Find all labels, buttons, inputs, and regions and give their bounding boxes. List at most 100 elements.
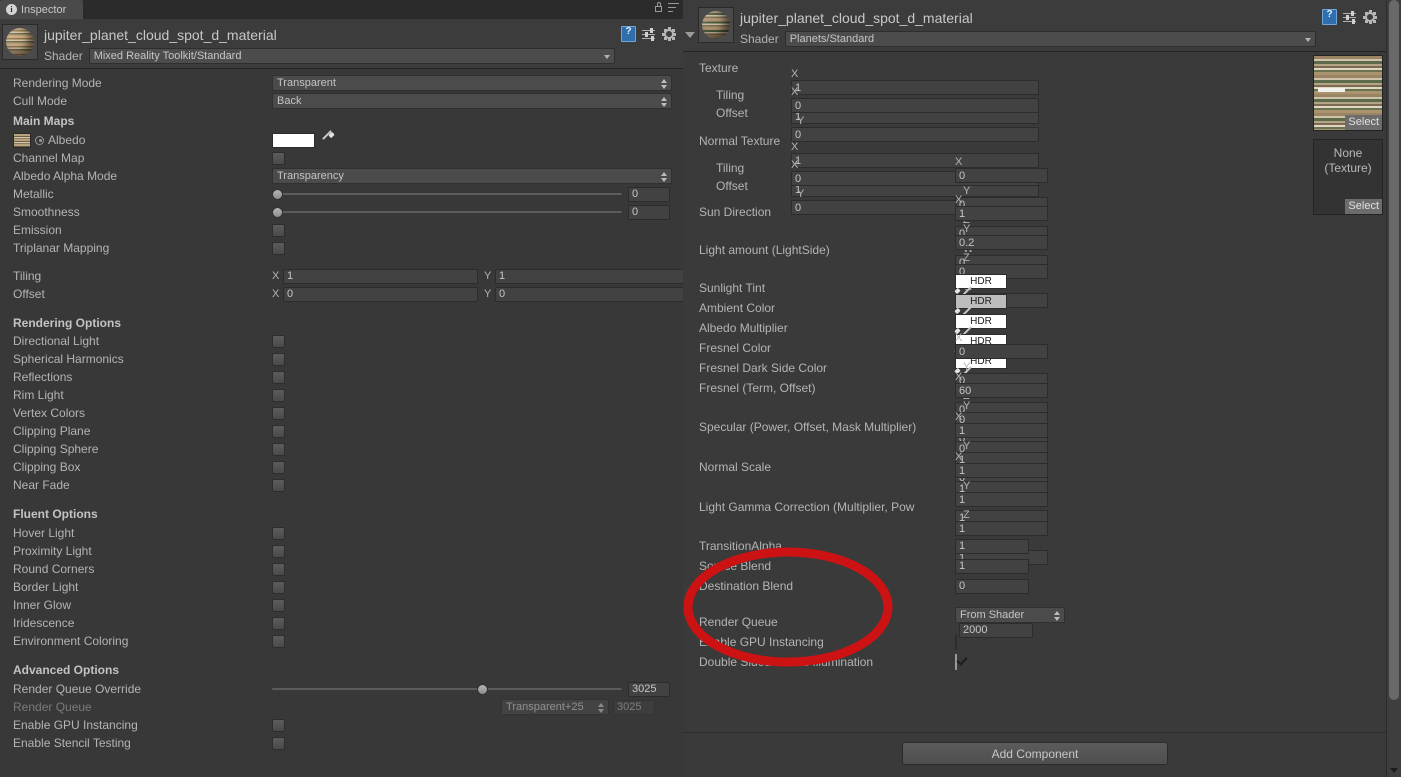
light-amount-x-field[interactable]: 1 — [955, 206, 1048, 221]
left-shader-dropdown[interactable]: Mixed Reality Toolkit/Standard — [89, 48, 615, 64]
left-material-preview-thumbnail[interactable] — [2, 24, 38, 60]
help-book-icon[interactable] — [621, 26, 636, 42]
rim-light-label: Rim Light — [13, 388, 64, 402]
scrollbar-thumb[interactable] — [1389, 0, 1399, 700]
albedo-toggle-icon[interactable] — [35, 136, 44, 145]
inner-glow-checkbox[interactable] — [272, 599, 285, 612]
sunlight-tint-color-field[interactable]: HDR — [955, 274, 1007, 289]
fresnel-x-field[interactable]: 0 — [955, 344, 1048, 359]
right-material-name: jupiter_planet_cloud_spot_d_material — [740, 9, 1316, 27]
proximity-light-label: Proximity Light — [13, 544, 92, 558]
clipping-sphere-checkbox[interactable] — [272, 443, 285, 456]
row-albedo: Albedo — [0, 131, 683, 149]
smoothness-slider[interactable] — [272, 206, 622, 219]
enable-stencil-testing-checkbox[interactable] — [272, 737, 285, 750]
transition-alpha-field[interactable]: 1 — [955, 539, 1029, 554]
clipping-box-checkbox[interactable] — [272, 461, 285, 474]
rendering-mode-dropdown[interactable]: Transparent — [272, 75, 672, 91]
gear-icon[interactable] — [1363, 10, 1377, 24]
vertex-colors-checkbox[interactable] — [272, 407, 285, 420]
left-material-name: jupiter_planet_cloud_spot_d_material — [44, 26, 615, 44]
triplanar-mapping-label: Triplanar Mapping — [13, 241, 109, 255]
round-corners-checkbox[interactable] — [272, 563, 285, 576]
gamma-x-field[interactable]: 1 — [955, 463, 1048, 478]
ambient-color-color-field[interactable]: HDR — [955, 294, 1007, 309]
channel-map-checkbox[interactable] — [272, 152, 285, 165]
clipping-plane-checkbox[interactable] — [272, 425, 285, 438]
smoothness-label: Smoothness — [13, 205, 80, 219]
scroll-down-arrow-icon[interactable] — [1390, 768, 1398, 773]
tab-inspector[interactable]: i Inspector — [0, 0, 83, 19]
row-near-fade: Near Fade — [0, 476, 683, 494]
texture-offset-x-field[interactable]: 0 — [791, 98, 1039, 113]
left-inspector-body: Rendering Mode Transparent Cull Mode Bac… — [0, 69, 683, 752]
gear-icon[interactable] — [662, 27, 676, 41]
texture-offset-x-axis-label: X — [791, 86, 798, 98]
enable-gpu-instancing-checkbox[interactable] — [272, 719, 285, 732]
metallic-slider[interactable] — [272, 188, 622, 201]
preset-icon[interactable] — [642, 28, 656, 41]
double-sided-gi-checkbox[interactable] — [955, 654, 957, 670]
hamburger-menu-icon[interactable] — [668, 3, 679, 12]
lock-icon[interactable] — [654, 2, 663, 13]
cull-mode-dropdown[interactable]: Back — [272, 93, 672, 109]
smoothness-value-field[interactable]: 0 — [628, 205, 670, 220]
hover-light-checkbox[interactable] — [272, 527, 285, 540]
offset-y-field[interactable]: 0 — [495, 287, 683, 302]
destination-blend-label: Destination Blend — [699, 579, 793, 593]
reflections-checkbox[interactable] — [272, 371, 285, 384]
enable-gpu-instancing-right-checkbox[interactable] — [955, 634, 957, 650]
texture-section-label: Texture — [699, 61, 738, 75]
albedo-color-field[interactable] — [272, 133, 315, 148]
emission-label: Emission — [13, 223, 62, 237]
row-channel-map: Channel Map — [0, 149, 683, 167]
normal-offset-x-axis-label: X — [791, 159, 798, 171]
normal-scale-x-field[interactable]: 1 — [955, 423, 1048, 438]
help-book-icon[interactable] — [1322, 9, 1337, 25]
tiling-x-field[interactable]: 1 — [283, 269, 478, 284]
render-queue-override-slider[interactable] — [272, 683, 622, 696]
gamma-y-field[interactable]: 1 — [955, 492, 1048, 507]
triplanar-mapping-checkbox[interactable] — [272, 242, 285, 255]
specular-x-field[interactable]: 60 — [955, 383, 1048, 398]
eyedropper-icon[interactable] — [320, 133, 334, 147]
albedo-alpha-mode-dropdown[interactable]: Transparency — [272, 168, 672, 184]
enable-gpu-instancing-label: Enable GPU Instancing — [13, 718, 138, 732]
row-render-queue-override: Render Queue Override 3025 — [0, 680, 683, 698]
border-light-checkbox[interactable] — [272, 581, 285, 594]
environment-coloring-checkbox[interactable] — [272, 635, 285, 648]
render-queue-override-value-field[interactable]: 3025 — [628, 682, 670, 697]
albedo-texture-icon[interactable] — [13, 133, 31, 148]
preset-icon[interactable] — [1343, 11, 1357, 24]
foldout-arrow-icon[interactable] — [683, 28, 696, 41]
render-queue-right-dropdown[interactable]: From Shader — [955, 607, 1065, 623]
row-enable-gpu-instancing-right: Enable GPU Instancing — [683, 632, 1401, 652]
info-icon: i — [6, 4, 17, 15]
tiling-y-field[interactable]: 1 — [495, 269, 683, 284]
inspector-tabbar: i Inspector — [0, 0, 683, 19]
right-material-preview-thumbnail[interactable] — [698, 7, 734, 43]
enable-stencil-testing-label: Enable Stencil Testing — [13, 736, 131, 750]
add-component-button[interactable]: Add Component — [902, 742, 1168, 765]
source-blend-field[interactable]: 1 — [955, 559, 1029, 574]
sun-direction-x-axis-label: X — [955, 156, 962, 168]
near-fade-checkbox[interactable] — [272, 479, 285, 492]
right-shader-dropdown[interactable]: Planets/Standard — [785, 31, 1316, 47]
right-panel-scrollbar[interactable] — [1386, 0, 1401, 777]
gamma-z-field[interactable]: 1 — [955, 521, 1048, 536]
offset-x-field[interactable]: 0 — [283, 287, 478, 302]
albedo-multiplier-color-field[interactable]: HDR — [955, 314, 1007, 329]
emission-checkbox[interactable] — [272, 224, 285, 237]
sun-direction-x-field[interactable]: 0 — [955, 168, 1048, 183]
destination-blend-field[interactable]: 0 — [955, 579, 1029, 594]
directional-light-checkbox[interactable] — [272, 335, 285, 348]
spherical-harmonics-checkbox[interactable] — [272, 353, 285, 366]
metallic-value-field[interactable]: 0 — [628, 187, 670, 202]
row-render-queue-right: Render Queue From Shader 2000 — [683, 612, 1401, 632]
render-queue-dropdown[interactable]: Transparent+25 — [501, 699, 609, 715]
light-amount-y-field[interactable]: 0.2 — [955, 235, 1048, 250]
iridescence-checkbox[interactable] — [272, 617, 285, 630]
proximity-light-checkbox[interactable] — [272, 545, 285, 558]
row-clipping-sphere: Clipping Sphere — [0, 440, 683, 458]
rim-light-checkbox[interactable] — [272, 389, 285, 402]
